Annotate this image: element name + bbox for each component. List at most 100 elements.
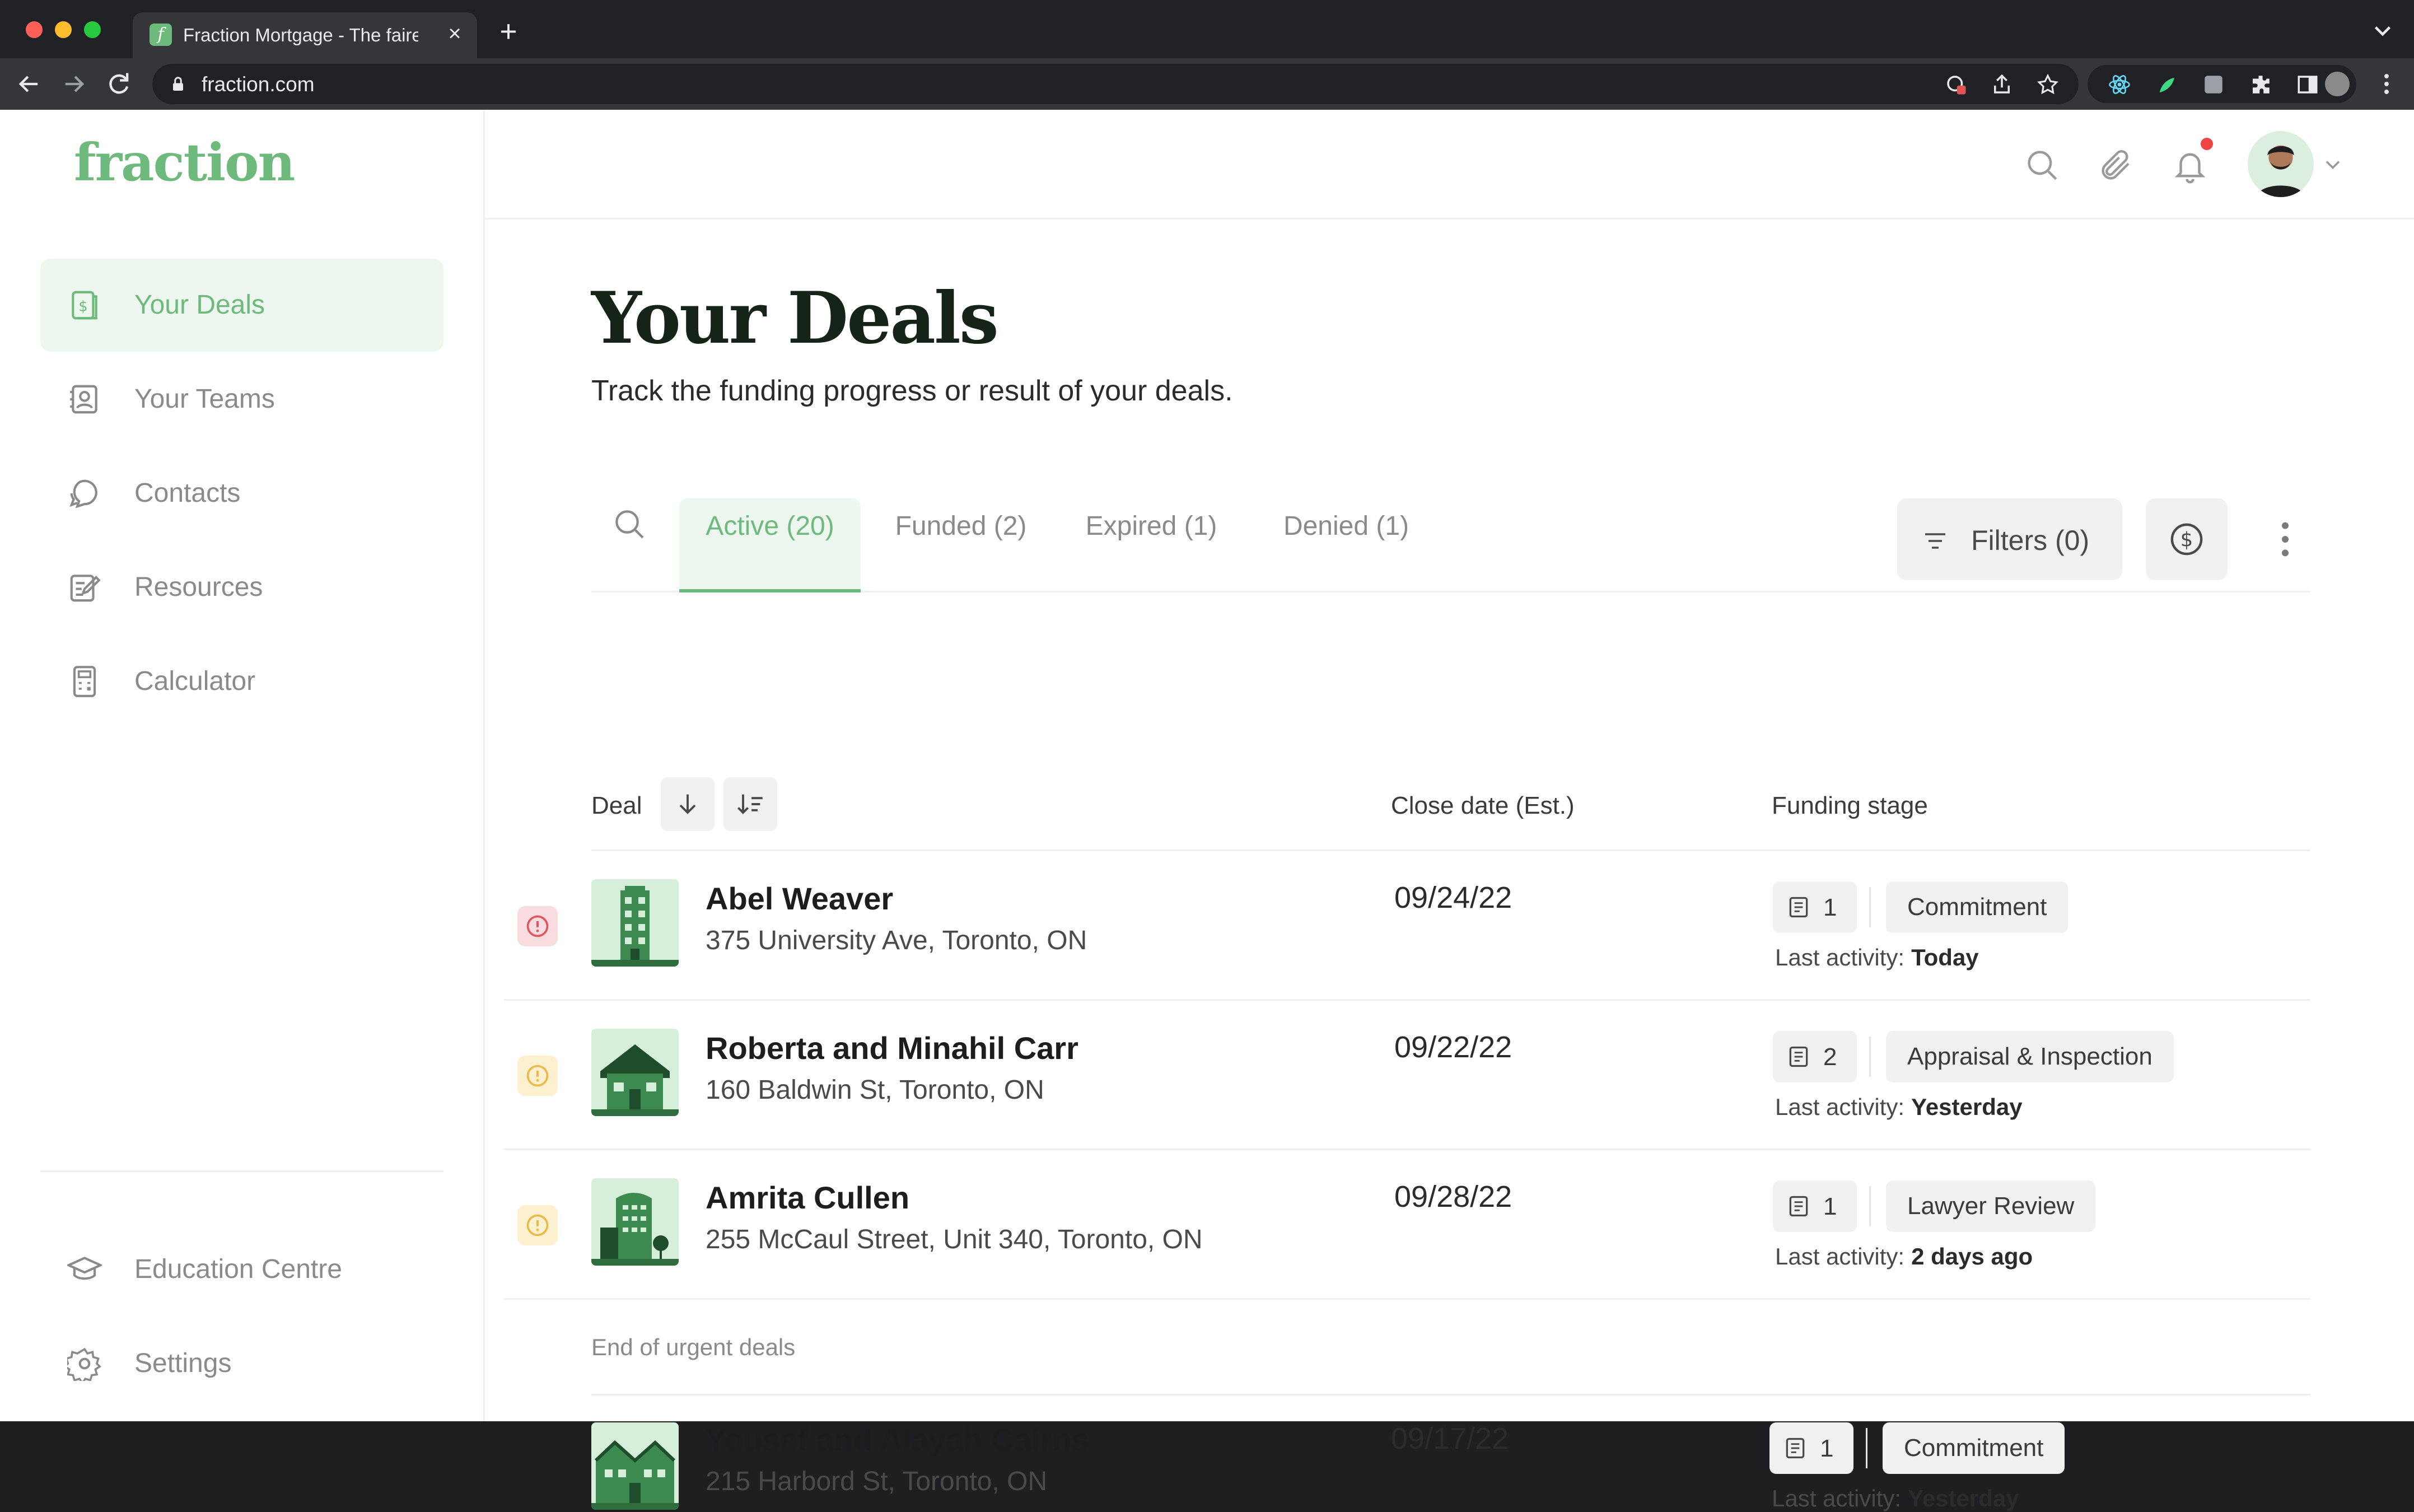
tab-funded[interactable]: Funded (2) <box>888 498 1034 592</box>
avatar[interactable] <box>2248 131 2314 197</box>
last-activity: Last activity: Yesterday <box>1775 1094 2023 1121</box>
page-subtitle: Track the funding progress or result of … <box>591 375 1233 407</box>
deal-name[interactable]: Amrita Cullen <box>706 1179 909 1216</box>
sidebar-item-contacts[interactable]: Contacts <box>40 447 443 540</box>
graduation-cap-icon <box>67 1257 102 1280</box>
documents-chip[interactable]: 1 <box>1773 1180 1857 1232</box>
url-text[interactable]: fraction.com <box>202 73 315 96</box>
condo-building-icon <box>591 1193 679 1266</box>
profile-avatar-icon[interactable] <box>2325 72 2350 96</box>
react-devtools-icon[interactable] <box>2108 73 2131 96</box>
svg-text:$: $ <box>78 298 87 315</box>
minimize-window-button[interactable] <box>55 21 72 38</box>
browser-toolbar: fraction.com <box>0 58 2414 110</box>
close-window-button[interactable] <box>26 21 43 38</box>
edit-note-icon <box>70 575 101 602</box>
tab-denied[interactable]: Denied (1) <box>1279 498 1413 592</box>
share-icon[interactable] <box>1990 73 2014 96</box>
deal-address: 215 Harbord St, Toronto, ON <box>706 1467 1048 1496</box>
search-icon[interactable] <box>611 506 647 542</box>
sort-options-button[interactable] <box>723 777 777 831</box>
alert-circle-icon <box>526 1214 549 1236</box>
last-activity-label: Last activity: <box>1772 1485 1902 1511</box>
currency-toggle-button[interactable]: $ <box>2146 498 2228 580</box>
forward-arrow-icon[interactable] <box>59 69 88 99</box>
favicon-icon: f <box>150 24 172 46</box>
tab-close-icon[interactable]: × <box>442 21 467 46</box>
filters-label: Filters (0) <box>1971 525 2090 556</box>
deal-name[interactable]: Yousef and Alayah Cairns <box>706 1421 1089 1458</box>
sidebar-item-label: Your Teams <box>134 384 275 414</box>
chevron-down-icon[interactable] <box>2320 152 2345 177</box>
fraction-logo[interactable]: fraction <box>74 132 295 193</box>
sort-list-icon <box>737 794 763 814</box>
table-header: Deal Close date (Est.) Funding stage <box>591 759 2310 851</box>
document-count: 2 <box>1823 1043 1837 1071</box>
sidebar-item-resources[interactable]: Resources <box>40 541 443 634</box>
warning-alert-badge <box>517 1205 558 1245</box>
sidebar-item-label: Education Centre <box>134 1254 342 1284</box>
documents-chip[interactable]: 2 <box>1773 1031 1857 1082</box>
last-activity-value: 2 days ago <box>1911 1243 2033 1270</box>
sidebar-item-calculator[interactable]: Calculator <box>40 635 443 728</box>
camera-blocked-icon[interactable] <box>1944 73 1968 96</box>
house-icon <box>591 1044 679 1116</box>
last-activity-value: Yesterday <box>1908 1485 2019 1511</box>
sidebar-item-education-centre[interactable]: Education Centre <box>40 1223 443 1316</box>
townhouse-icon <box>591 1440 679 1510</box>
tab-search-chevron-icon[interactable] <box>2369 17 2397 45</box>
bell-icon[interactable] <box>2172 147 2208 184</box>
sidebar-item-label: Resources <box>134 572 263 602</box>
puzzle-extensions-icon[interactable] <box>2249 73 2272 96</box>
tab-active[interactable]: Active (20) <box>679 498 861 592</box>
browser-menu-icon[interactable] <box>2373 71 2400 97</box>
deal-name[interactable]: Roberta and Minahil Carr <box>706 1030 1078 1066</box>
paperclip-icon[interactable] <box>2098 147 2135 184</box>
sidebar-item-your-deals[interactable]: $ Your Deals <box>40 259 443 352</box>
close-date: 09/22/22 <box>1394 1030 1512 1064</box>
table-row[interactable]: Abel Weaver 375 University Ave, Toronto,… <box>504 851 2310 1001</box>
column-header-funding-stage[interactable]: Funding stage <box>1772 792 1928 820</box>
side-panel-icon[interactable] <box>2296 73 2319 96</box>
filters-button[interactable]: Filters (0) <box>1897 498 2122 580</box>
document-count: 1 <box>1823 894 1837 921</box>
document-icon <box>1789 1046 1808 1067</box>
sidebar-item-label: Your Deals <box>134 290 265 320</box>
notification-dot <box>2201 138 2213 150</box>
new-tab-button[interactable]: + <box>493 16 524 47</box>
maximize-window-button[interactable] <box>84 21 101 38</box>
lock-icon[interactable] <box>168 74 188 94</box>
reload-icon[interactable] <box>104 69 133 99</box>
sidebar-item-your-teams[interactable]: Your Teams <box>40 353 443 446</box>
search-icon[interactable] <box>2024 147 2061 184</box>
deal-name[interactable]: Abel Weaver <box>706 880 893 917</box>
tab-expired[interactable]: Expired (1) <box>1084 498 1218 592</box>
last-activity: Last activity: Today <box>1775 944 1979 971</box>
sort-direction-button[interactable] <box>661 777 715 831</box>
last-activity-label: Last activity: <box>1775 1094 1905 1120</box>
end-of-urgent-label: End of urgent deals <box>591 1334 796 1360</box>
urgent-alert-badge <box>517 906 558 946</box>
funding-stage-chip: Lawyer Review <box>1886 1180 2096 1232</box>
green-leaf-extension-icon[interactable] <box>2155 73 2178 96</box>
table-row[interactable]: Amrita Cullen 255 McCaul Street, Unit 34… <box>504 1150 2310 1300</box>
more-options-icon[interactable] <box>2260 514 2310 564</box>
svg-text:$: $ <box>2180 528 2193 551</box>
chip-divider <box>1869 1186 1871 1226</box>
table-row[interactable]: Yousef and Alayah Cairns 215 Harbord St,… <box>504 1396 2310 1511</box>
documents-chip[interactable]: 1 <box>1769 1422 1853 1474</box>
grey-extension-icon[interactable] <box>2202 73 2225 96</box>
address-bar[interactable]: fraction.com <box>152 64 2079 104</box>
browser-tab[interactable]: f Fraction Mortgage - The fairest × <box>133 12 477 58</box>
filter-lines-icon <box>1925 533 1945 549</box>
column-header-close-date[interactable]: Close date (Est.) <box>1391 792 1575 820</box>
column-header-deal[interactable]: Deal <box>591 792 642 820</box>
back-arrow-icon[interactable] <box>15 69 44 99</box>
document-count: 1 <box>1823 1193 1837 1220</box>
dollar-doc-icon: $ <box>72 291 97 320</box>
table-row[interactable]: Roberta and Minahil Carr 160 Baldwin St,… <box>504 1001 2310 1150</box>
documents-chip[interactable]: 1 <box>1773 881 1857 933</box>
last-activity: Last activity: Yesterday <box>1772 1485 2019 1512</box>
sidebar-item-settings[interactable]: Settings <box>40 1317 443 1410</box>
bookmark-star-icon[interactable] <box>2036 73 2060 96</box>
